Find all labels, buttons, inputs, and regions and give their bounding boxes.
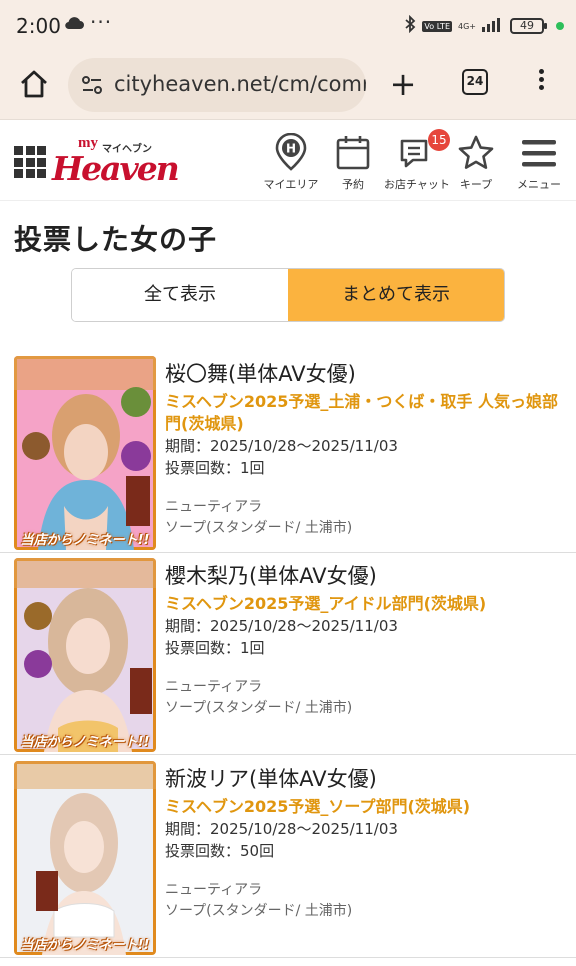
nav-menu[interactable]: メニュー (510, 133, 568, 197)
home-icon (21, 70, 47, 98)
vote-period: 期間：2025/10/28〜2025/11/03 (165, 617, 398, 635)
status-indicators: Vo LTE 4G+ 49 (404, 14, 564, 38)
vote-period: 期間：2025/10/28〜2025/11/03 (165, 437, 398, 455)
shop-category: ソープ(スタンダード/ 土浦市) (165, 903, 353, 919)
chat-badge: 15 (428, 129, 450, 151)
entry-info: 新波リア(単体AV女優) ミスヘブン2025予選_ソープ部門(茨城県) 期間：2… (165, 758, 565, 922)
logo-heaven: Heaven (52, 149, 180, 188)
browser-menu-button[interactable] (532, 66, 550, 102)
shop-name[interactable]: ニューティアラ (165, 677, 565, 698)
star-icon (458, 135, 494, 169)
bluetooth-icon (404, 14, 416, 37)
election-title[interactable]: ミスヘブン2025予選_アイドル部門(茨城県) (165, 593, 565, 615)
vote-period: 期間：2025/10/28〜2025/11/03 (165, 820, 398, 838)
nomination-caption: 当店からノミネート!! (20, 735, 150, 750)
battery-indicator: 49 (510, 18, 547, 34)
nav-keep[interactable]: キープ (456, 133, 496, 197)
girl-photo[interactable]: 当店からノミネート!! (14, 558, 156, 752)
show-all-button[interactable]: 全て表示 (72, 269, 288, 321)
site-logo[interactable]: my マイヘブン Heaven (52, 135, 180, 188)
nav-reservation[interactable]: 予約 (332, 133, 374, 197)
shop-name[interactable]: ニューティアラ (165, 497, 565, 518)
girl-name[interactable]: 桜〇舞(単体AV女優) (165, 359, 565, 389)
nav-menu-label: メニュー (517, 178, 561, 191)
nomination-caption: 当店からノミネート!! (20, 938, 150, 953)
svg-text:H: H (286, 142, 296, 156)
vote-entry[interactable]: 当店からノミネート!! 桜〇舞(単体AV女優) ミスヘブン2025予選_土浦・つ… (0, 353, 576, 553)
view-toggle: 全て表示 まとめて表示 (71, 268, 505, 322)
shop-name[interactable]: ニューティアラ (165, 880, 565, 901)
nav-keep-label: キープ (459, 178, 493, 191)
vote-count: 投票回数：1回 (165, 639, 265, 657)
signal-icon (482, 16, 504, 36)
nav-shop-chat-label: お店チャット (384, 178, 450, 191)
girl-name[interactable]: 櫻木梨乃(単体AV女優) (165, 561, 565, 591)
nav-shop-chat[interactable]: 15 お店チャット (384, 129, 450, 197)
nav-reservation-label: 予約 (342, 178, 364, 191)
page-title: 投票した女の子 (14, 223, 218, 256)
vote-entry[interactable]: 当店からノミネート!! 新波リア(単体AV女優) ミスヘブン2025予選_ソープ… (0, 758, 576, 958)
girl-photo[interactable]: 当店からノミネート!! (14, 761, 156, 955)
new-tab-button[interactable]: + (388, 62, 418, 106)
calendar-icon (336, 136, 370, 170)
show-grouped-button[interactable]: まとめて表示 (288, 269, 504, 321)
girl-name[interactable]: 新波リア(単体AV女優) (165, 764, 565, 794)
election-title[interactable]: ミスヘブン2025予選_土浦・つくば・取手 人気っ娘部門(茨城県) (165, 391, 565, 435)
cloud-icon (64, 15, 84, 34)
url-text: cityheaven.net/cm/comm (114, 72, 366, 96)
browser-toolbar: cityheaven.net/cm/comm + 24 (0, 52, 576, 120)
girl-photo[interactable]: 当店からノミネート!! (14, 356, 156, 550)
vote-count: 投票回数：50回 (165, 842, 275, 860)
vote-entry[interactable]: 当店からノミネート!! 櫻木梨乃(単体AV女優) ミスヘブン2025予選_アイド… (0, 555, 576, 755)
shop-category: ソープ(スタンダード/ 土浦市) (165, 700, 353, 716)
entry-info: 櫻木梨乃(単体AV女優) ミスヘブン2025予選_アイドル部門(茨城県) 期間：… (165, 555, 565, 719)
status-more-dots: ··· (90, 10, 113, 34)
nav-my-area-label: マイエリア (263, 178, 319, 191)
site-header: my マイヘブン Heaven H マイエリア 予約 15 お店チャット キープ… (0, 121, 576, 201)
site-settings-icon[interactable] (80, 73, 104, 101)
hamburger-icon (522, 140, 556, 167)
address-bar[interactable]: cityheaven.net/cm/comm (68, 58, 366, 112)
volte-badge: Vo LTE (422, 20, 452, 32)
nav-my-area[interactable]: H マイエリア (258, 133, 324, 197)
election-title[interactable]: ミスヘブン2025予選_ソープ部門(茨城県) (165, 796, 565, 818)
network-type: 4G+ (458, 21, 476, 31)
shop-category: ソープ(スタンダード/ 土浦市) (165, 520, 353, 536)
entry-info: 桜〇舞(単体AV女優) ミスヘブン2025予選_土浦・つくば・取手 人気っ娘部門… (165, 353, 565, 539)
tab-switcher-button[interactable]: 24 (462, 69, 488, 95)
grid-menu-icon[interactable] (14, 146, 46, 178)
privacy-dot (556, 22, 564, 30)
status-bar: 2:00 ··· Vo LTE 4G+ 49 (0, 0, 576, 52)
status-time: 2:00 (16, 14, 61, 38)
nomination-caption: 当店からノミネート!! (20, 533, 150, 548)
map-pin-h-icon: H (275, 133, 307, 171)
home-button[interactable] (18, 68, 50, 100)
vote-count: 投票回数：1回 (165, 459, 265, 477)
